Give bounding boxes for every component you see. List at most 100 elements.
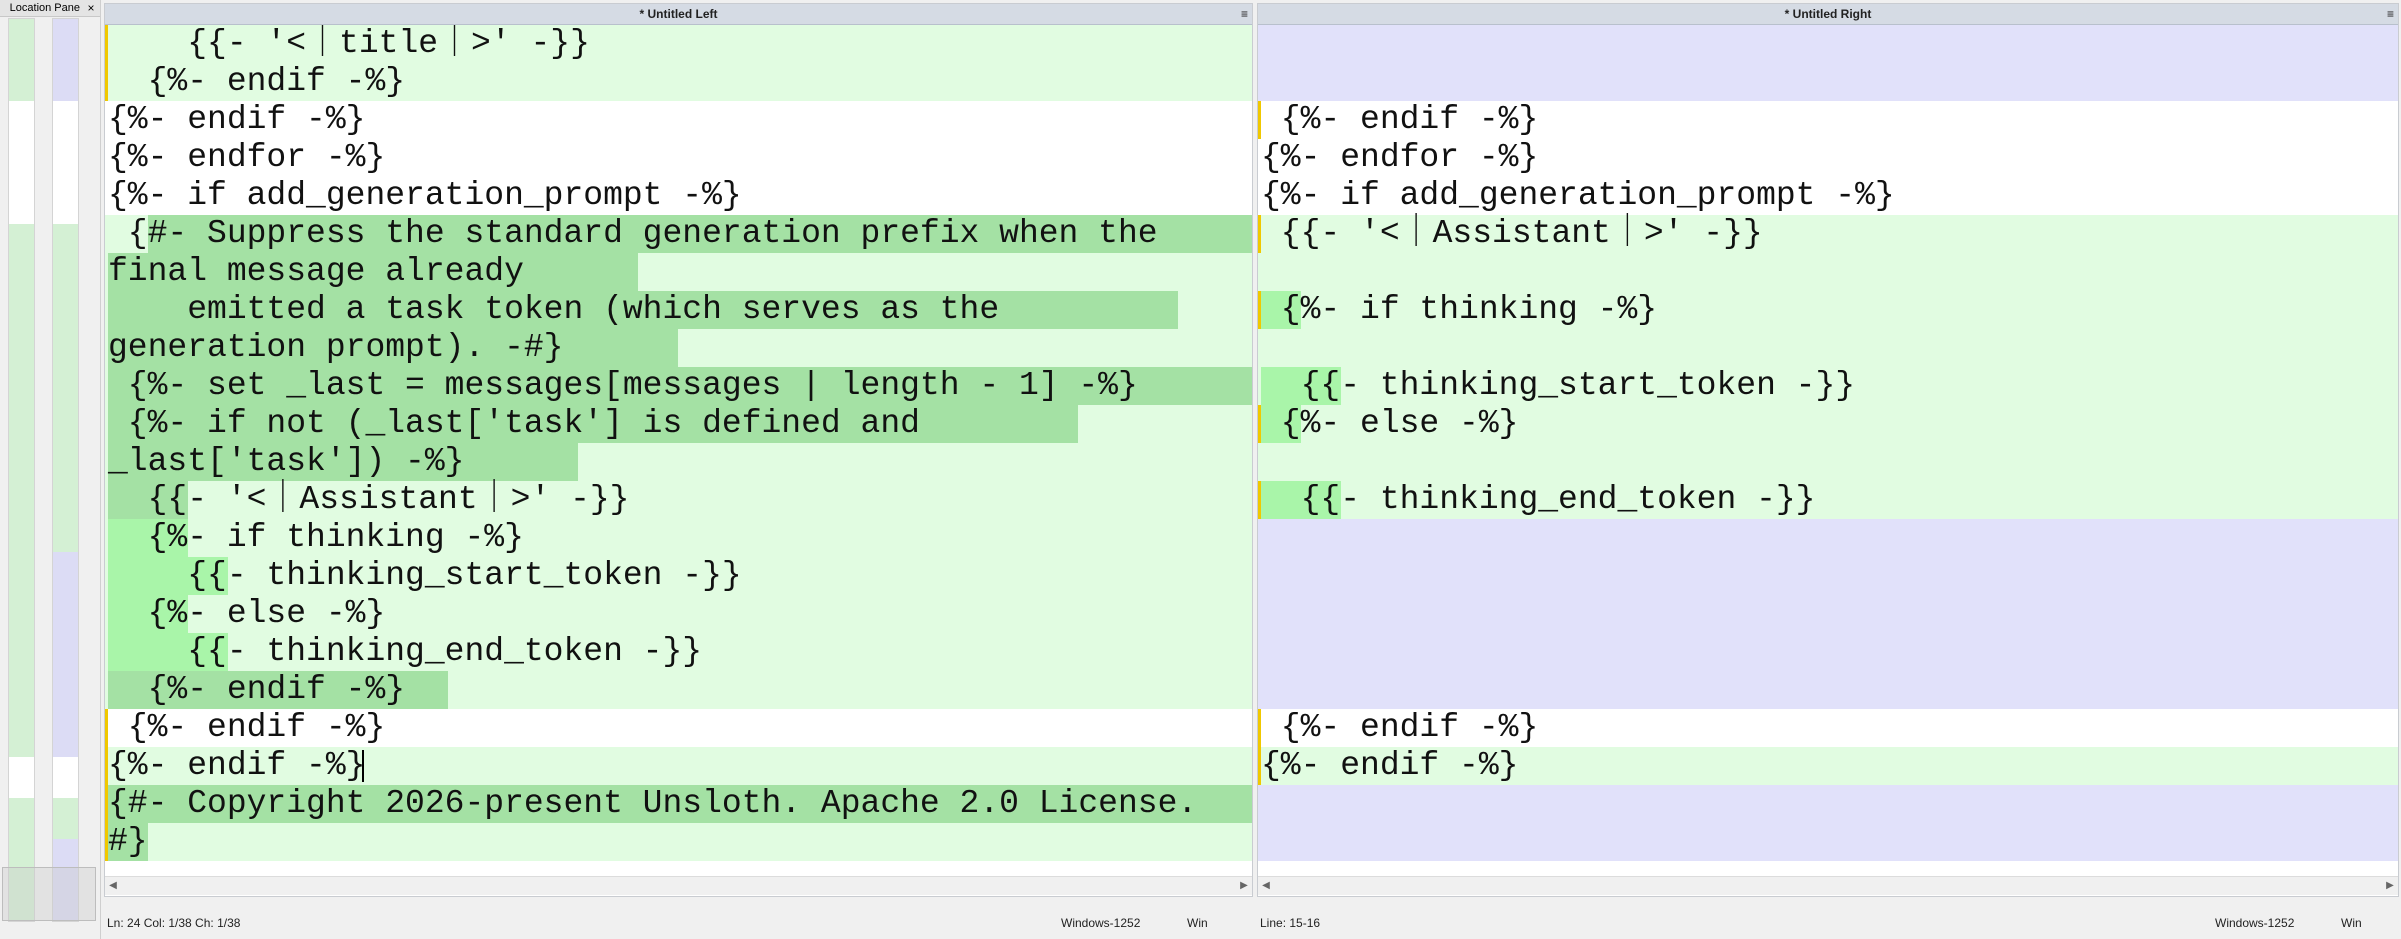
right-line-text: {{- thinking_start_token -}}: [1261, 367, 1856, 404]
right-line-text: {{- '<｜Assistant｜>' -}}: [1261, 215, 1763, 252]
left-diff-line[interactable]: final message already: [105, 253, 1252, 291]
right-diff-line[interactable]: [1258, 633, 2398, 671]
location-diff-block: [9, 470, 34, 511]
left-line-text: {%- if not (_last['task'] is defined and: [108, 405, 920, 442]
right-horizontal-scrollbar[interactable]: ◀ ▶: [1258, 876, 2398, 895]
location-diff-block: [53, 60, 78, 101]
right-diff-line[interactable]: [1258, 519, 2398, 557]
right-diff-line[interactable]: {{- thinking_start_token -}}: [1258, 367, 2398, 405]
left-diff-line[interactable]: {%- endif -%}: [105, 709, 1252, 747]
left-diff-line[interactable]: {#- Copyright 2026-present Unsloth. Apac…: [105, 785, 1252, 823]
right-diff-line[interactable]: [1258, 443, 2398, 481]
right-diff-line[interactable]: [1258, 557, 2398, 595]
right-diff-line[interactable]: [1258, 785, 2398, 823]
left-diff-line[interactable]: {%- if not (_last['task'] is defined and: [105, 405, 1252, 443]
left-line-text: {{- '<｜Assistant｜>' -}}: [108, 481, 630, 518]
right-line-text: {%- endif -%}: [1261, 101, 1539, 138]
encoding-indicator[interactable]: Windows-1252: [1061, 913, 1140, 933]
location-diff-block: [9, 429, 34, 470]
scroll-left-arrow-icon[interactable]: ◀: [1258, 877, 1274, 895]
location-diff-block: [9, 265, 34, 306]
right-diff-line[interactable]: [1258, 253, 2398, 291]
right-diff-line[interactable]: {{- thinking_end_token -}}: [1258, 481, 2398, 519]
left-line-text: {#- Suppress the standard generation pre…: [108, 215, 1158, 252]
close-icon[interactable]: ×: [84, 0, 98, 16]
location-diff-block: [9, 388, 34, 429]
right-line-text: {{- thinking_end_token -}}: [1261, 481, 1816, 518]
left-diff-line[interactable]: {%- endif -%}: [105, 63, 1252, 101]
line-endings-indicator[interactable]: Win: [2341, 913, 2362, 933]
location-viewport-indicator[interactable]: [2, 867, 96, 921]
left-line-text: generation prompt). -#}: [108, 329, 564, 366]
left-diff-line[interactable]: _last['task']) -%}: [105, 443, 1252, 481]
left-diff-line[interactable]: {%- endif -%}: [105, 747, 1252, 785]
right-diff-line[interactable]: {%- endif -%}: [1258, 709, 2398, 747]
location-diff-block: [53, 347, 78, 388]
location-diff-block: [53, 429, 78, 470]
left-line-text: {%- endif -%}: [108, 63, 406, 100]
left-text-editor[interactable]: {{- '<｜title｜>' -}} {%- endif -%} {%- end…: [105, 25, 1252, 875]
right-diff-line[interactable]: [1258, 671, 2398, 709]
right-diff-line[interactable]: {%- endif -%}: [1258, 747, 2398, 785]
right-diff-line[interactable]: {{- '<｜Assistant｜>' -}}: [1258, 215, 2398, 253]
right-diff-line[interactable]: {%- endif -%}: [1258, 101, 2398, 139]
scroll-right-arrow-icon[interactable]: ▶: [1236, 877, 1252, 895]
left-line-text: final message already: [108, 253, 524, 290]
location-diff-block: [9, 675, 34, 716]
left-diff-line[interactable]: {{- '<｜Assistant｜>' -}}: [105, 481, 1252, 519]
left-diff-line[interactable]: {%- if thinking -%}: [105, 519, 1252, 557]
location-diff-block: [53, 634, 78, 675]
scroll-left-arrow-icon[interactable]: ◀: [105, 877, 121, 895]
right-diff-line[interactable]: [1258, 25, 2398, 63]
location-diff-block: [53, 593, 78, 634]
right-diff-line[interactable]: {%- else -%}: [1258, 405, 2398, 443]
location-diff-block: [9, 593, 34, 634]
right-status-bar: Line: 15-16 Windows-1252 Win: [1257, 913, 2397, 933]
left-diff-line[interactable]: {%- endif -%}: [105, 671, 1252, 709]
left-diff-line[interactable]: emitted a task token (which serves as th…: [105, 291, 1252, 329]
left-diff-line[interactable]: {{- thinking_start_token -}}: [105, 557, 1252, 595]
right-text-editor[interactable]: {%- endif -%} {%- endfor -%} {%- if add_ge…: [1258, 25, 2398, 875]
left-horizontal-scrollbar[interactable]: ◀ ▶: [105, 876, 1252, 895]
right-diff-line[interactable]: [1258, 63, 2398, 101]
left-diff-line[interactable]: {%- if add_generation_prompt -%}: [105, 177, 1252, 215]
scroll-right-arrow-icon[interactable]: ▶: [2382, 877, 2398, 895]
location-diff-block: [53, 470, 78, 511]
left-diff-line[interactable]: {{- '<｜title｜>' -}}: [105, 25, 1252, 63]
left-line-text: {%- endfor -%}: [108, 139, 386, 176]
location-diff-block: [53, 716, 78, 757]
right-diff-line[interactable]: [1258, 329, 2398, 367]
right-line-text: {%- else -%}: [1261, 405, 1519, 442]
location-map-right[interactable]: [52, 18, 79, 922]
left-diff-line[interactable]: {{- thinking_end_token -}}: [105, 633, 1252, 671]
left-diff-line[interactable]: generation prompt). -#}: [105, 329, 1252, 367]
line-endings-indicator[interactable]: Win: [1187, 913, 1208, 933]
right-diff-line[interactable]: {%- if thinking -%}: [1258, 291, 2398, 329]
right-diff-line[interactable]: [1258, 595, 2398, 633]
right-diff-line[interactable]: {%- if add_generation_prompt -%}: [1258, 177, 2398, 215]
left-diff-line[interactable]: {%- set _last = messages[messages | leng…: [105, 367, 1252, 405]
location-diff-block: [53, 19, 78, 60]
left-diff-line[interactable]: {#- Suppress the standard generation pre…: [105, 215, 1252, 253]
encoding-indicator[interactable]: Windows-1252: [2215, 913, 2294, 933]
right-diff-line[interactable]: {%- endfor -%}: [1258, 139, 2398, 177]
cursor-position: Ln: 24 Col: 1/38 Ch: 1/38: [107, 916, 241, 930]
location-pane: Location Pane ×: [0, 0, 101, 939]
location-diff-block: [9, 347, 34, 388]
location-diff-block: [53, 388, 78, 429]
location-map-left[interactable]: [8, 18, 35, 922]
right-line-text: {%- endif -%}: [1261, 709, 1539, 746]
left-line-text: {%- endif -%}: [108, 747, 366, 784]
left-diff-line[interactable]: {%- else -%}: [105, 595, 1252, 633]
right-diff-line[interactable]: [1258, 823, 2398, 861]
menu-icon[interactable]: ≡: [1241, 4, 1248, 24]
location-diff-block: [9, 634, 34, 675]
left-diff-line[interactable]: {%- endif -%}: [105, 101, 1252, 139]
location-diff-block: [9, 511, 34, 552]
left-status-bar: Ln: 24 Col: 1/38 Ch: 1/38 Windows-1252 W…: [104, 913, 1251, 933]
right-file-pane: * Untitled Right ≡ {%- endif -%} {%- endf…: [1257, 3, 2399, 897]
left-diff-line[interactable]: {%- endfor -%}: [105, 139, 1252, 177]
right-line-text: {%- endfor -%}: [1261, 139, 1539, 176]
left-diff-line[interactable]: #}: [105, 823, 1252, 861]
menu-icon[interactable]: ≡: [2387, 4, 2394, 24]
